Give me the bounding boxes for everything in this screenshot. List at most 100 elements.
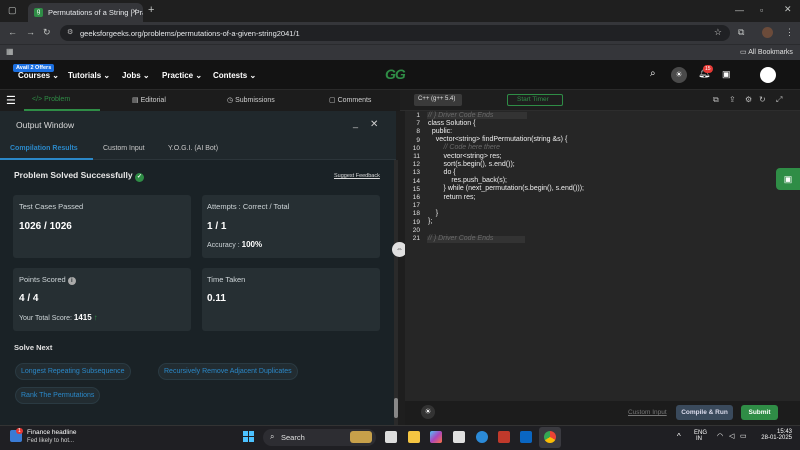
output-scrollbar-thumb[interactable] (394, 398, 398, 418)
all-bookmarks-button[interactable]: ▭ All Bookmarks (740, 48, 793, 56)
minimize-output-icon[interactable]: _ (353, 118, 358, 128)
hamburger-menu-icon[interactable]: ☰ (6, 94, 16, 107)
new-tab-icon[interactable]: + (148, 4, 154, 16)
code-line[interactable]: // } Driver Code Ends (428, 235, 493, 242)
maximize-icon[interactable]: ▫ (760, 5, 763, 15)
language-select[interactable]: C++ (g++ 5.4) (414, 94, 462, 106)
chrome-icon[interactable] (544, 431, 556, 443)
clock[interactable]: 15:43 28-01-2025 (761, 429, 792, 441)
tray-chevron-icon[interactable]: ^ (677, 432, 681, 441)
comment-icon: ▢ (329, 97, 336, 104)
app-icon[interactable] (498, 431, 510, 443)
line-number: 7 (416, 120, 420, 128)
news-badge: 1 (16, 428, 23, 434)
edge-icon[interactable] (476, 431, 488, 443)
chat-icon[interactable]: ▣ (776, 168, 800, 190)
tab-editorial[interactable]: ▤ Editorial (132, 96, 166, 104)
dropbox-icon[interactable] (520, 431, 532, 443)
file-explorer-icon[interactable] (408, 431, 420, 443)
code-line[interactable]: sort(s.begin(), s.end()); (428, 161, 515, 168)
tab-comments[interactable]: ▢ Comments (329, 96, 371, 104)
tab-submissions-label: Submissions (235, 97, 275, 104)
address-bar[interactable]: ⚙ geeksforgeeks.org/problems/permutation… (60, 25, 730, 41)
suggestion-chip[interactable]: Recursively Remove Adjacent Duplicates (158, 363, 298, 380)
search-icon[interactable]: ⌕ (650, 68, 656, 79)
nav-practice-label: Practice (162, 71, 194, 80)
back-icon[interactable]: ← (8, 27, 17, 37)
bookmarks-bar (0, 44, 800, 60)
forward-icon[interactable]: → (26, 27, 35, 37)
copy-icon[interactable]: ⧉ (713, 95, 719, 105)
profile-avatar[interactable] (762, 27, 773, 38)
code-line[interactable]: vector<string> res; (428, 153, 502, 160)
copilot-icon[interactable] (430, 431, 442, 443)
code-line[interactable]: res.push_back(s); (428, 177, 507, 184)
bookmark-star-icon[interactable]: ☆ (714, 27, 722, 38)
tab-submissions[interactable]: ◷ Submissions (227, 96, 275, 104)
upload-icon[interactable]: ⇪ (729, 95, 736, 104)
store-icon[interactable] (453, 431, 465, 443)
status-message: Problem Solved Successfully ✓ (14, 170, 144, 182)
nav-contests[interactable]: Contests ⌄ (213, 71, 256, 80)
code-line[interactable]: return res; (428, 194, 476, 201)
code-line[interactable]: // } Driver Code Ends (428, 112, 493, 119)
code-line[interactable]: } (428, 210, 438, 217)
tab-list-icon[interactable]: ▢ (8, 5, 17, 16)
tab-problem[interactable]: </> Problem (32, 96, 70, 103)
output-scrollbar[interactable] (394, 160, 398, 428)
nav-courses[interactable]: Courses ⌄ (18, 71, 59, 80)
nav-tutorials[interactable]: Tutorials ⌄ (68, 71, 110, 80)
code-line[interactable]: }; (428, 218, 432, 225)
site-info-icon[interactable]: ⚙ (67, 28, 73, 36)
code-line[interactable]: public: (428, 128, 452, 135)
suggestion-chip[interactable]: Longest Repeating Subsequence (15, 363, 131, 380)
code-line[interactable]: vector<string> findPermutation(string &s… (428, 136, 568, 143)
settings-icon[interactable]: ⚙ (745, 95, 752, 104)
nav-contests-label: Contests (213, 71, 248, 80)
code-line[interactable]: // Code here there (428, 144, 500, 151)
taskbar-search[interactable]: ⌕ Search (263, 429, 376, 446)
task-view-icon[interactable] (385, 431, 397, 443)
theme-toggle-icon[interactable]: ☀ (671, 67, 687, 83)
code-line[interactable]: } while (next_permutation(s.begin(), s.e… (428, 185, 584, 192)
check-circle-icon: ✓ (134, 173, 144, 182)
wifi-icon[interactable]: ◠ (717, 432, 723, 440)
apps-grid-icon[interactable]: ▦ (6, 47, 14, 56)
gfg-logo[interactable]: GG (385, 66, 406, 82)
nav-jobs[interactable]: Jobs ⌄ (122, 71, 150, 80)
news-subtitle[interactable]: Fed likely to hot... (27, 438, 74, 444)
submit-button[interactable]: Submit (741, 405, 778, 420)
translate-icon[interactable]: ▣ (722, 69, 731, 80)
reset-icon[interactable]: ↻ (759, 95, 766, 104)
news-title[interactable]: Finance headline (27, 429, 77, 436)
tab-custom-input[interactable]: Custom Input (103, 145, 145, 152)
battery-icon[interactable]: ▭ (740, 432, 747, 440)
minimize-icon[interactable]: — (735, 5, 744, 15)
reload-icon[interactable]: ↻ (43, 27, 51, 38)
code-line[interactable]: do { (428, 169, 456, 176)
suggest-feedback-link[interactable]: Suggest Feedback (334, 173, 380, 179)
suggestion-chip[interactable]: Rank The Permutations (15, 387, 101, 404)
fullscreen-icon[interactable]: ⤢ (776, 95, 782, 105)
tab-yogi-bot[interactable]: Y.O.G.I. (AI Bot) (168, 145, 218, 152)
tab-compilation-results[interactable]: Compilation Results (10, 145, 78, 152)
code-line[interactable]: class Solution { (428, 120, 475, 127)
line-number: 19 (412, 218, 420, 226)
custom-input-link[interactable]: Custom Input (628, 409, 667, 416)
browser-tab[interactable]: g Permutations of a String | Practice ✕ (28, 3, 143, 22)
user-avatar[interactable] (760, 67, 776, 83)
close-output-icon[interactable]: ✕ (370, 119, 378, 130)
windows-start-icon[interactable] (243, 431, 255, 443)
chevron-down-icon: ⌄ (249, 71, 257, 80)
start-timer-button[interactable]: Start Timer (507, 94, 563, 106)
window-close-icon[interactable]: ✕ (784, 4, 792, 15)
info-icon[interactable]: i (67, 277, 76, 285)
compile-run-button[interactable]: Compile & Run (676, 405, 733, 420)
chrome-menu-icon[interactable]: ⋮ (785, 27, 794, 38)
tab-close-icon[interactable]: ✕ (131, 7, 138, 16)
extensions-icon[interactable]: ⧉ (738, 27, 744, 38)
theme-bulb-icon[interactable]: ☀ (421, 405, 435, 419)
volume-icon[interactable]: ◁ (729, 432, 734, 440)
nav-practice[interactable]: Practice ⌄ (162, 71, 202, 80)
language-indicator[interactable]: ENG IN (694, 430, 707, 442)
